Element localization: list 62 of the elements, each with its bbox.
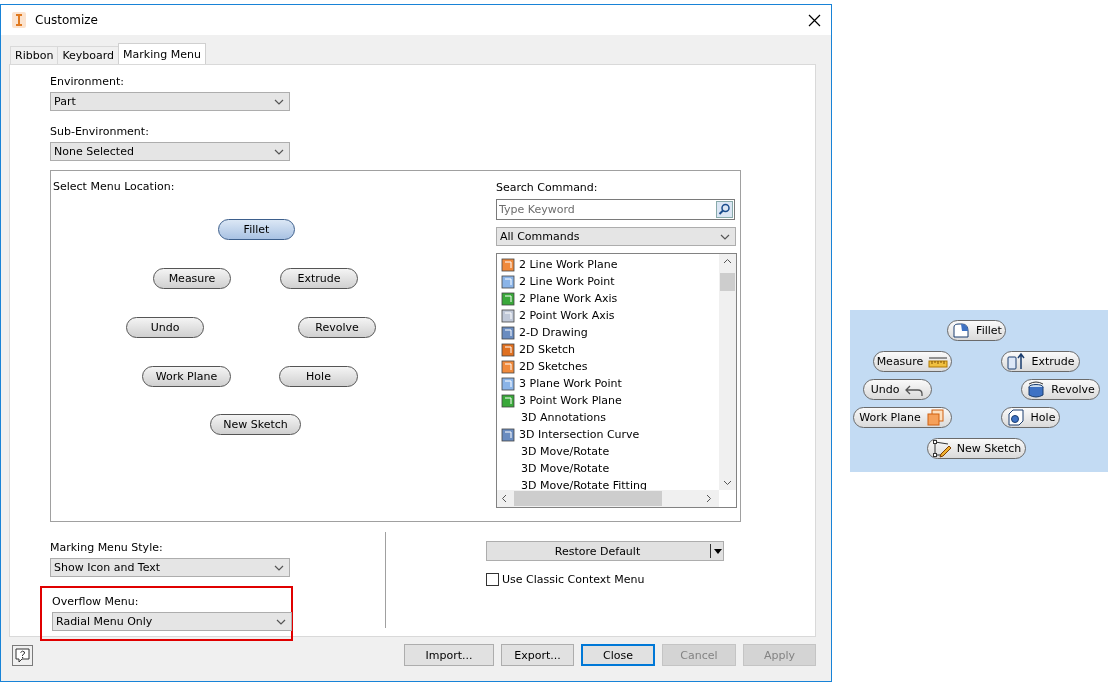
command-item[interactable]: 3 Plane Work Point bbox=[519, 377, 622, 390]
hole-icon bbox=[1005, 408, 1026, 427]
dialog-button[interactable]: Export... bbox=[501, 644, 574, 666]
help-icon bbox=[15, 647, 30, 663]
caret-icon bbox=[713, 546, 723, 556]
field-label: Marking Menu Style: bbox=[50, 541, 164, 554]
command-item[interactable]: 2-D Drawing bbox=[519, 326, 588, 339]
app-icon bbox=[11, 12, 27, 28]
menu-item[interactable]: Undo bbox=[863, 379, 932, 400]
command-item[interactable]: 2 Plane Work Axis bbox=[519, 292, 618, 305]
cylinder-icon bbox=[1026, 380, 1047, 399]
ruler-icon bbox=[928, 354, 949, 369]
field-label: Search Command: bbox=[496, 181, 599, 194]
menu-location-button[interactable]: New Sketch bbox=[210, 414, 301, 435]
command-item[interactable]: 2D Sketch bbox=[519, 343, 576, 356]
command-item[interactable]: 3D Move/Rotate bbox=[521, 445, 610, 458]
menu-location-button[interactable]: Hole bbox=[279, 366, 358, 387]
dropdown[interactable]: Part bbox=[50, 92, 290, 111]
menu-item[interactable]: Fillet bbox=[947, 320, 1006, 341]
tab[interactable]: Keyboard bbox=[57, 46, 120, 64]
close-icon[interactable] bbox=[808, 13, 821, 27]
menu-location-button[interactable]: Work Plane bbox=[142, 366, 231, 387]
menu-item[interactable]: New Sketch bbox=[927, 438, 1026, 459]
menu-item[interactable]: Revolve bbox=[1021, 379, 1100, 400]
command-item[interactable]: 3D Annotations bbox=[521, 411, 607, 424]
command-item[interactable]: 3D Move/Rotate bbox=[521, 462, 610, 475]
menu-location-button[interactable]: Fillet bbox=[218, 219, 295, 240]
fillet-icon bbox=[951, 321, 972, 340]
menu-item[interactable]: Measure bbox=[873, 351, 952, 372]
field-label: Environment: bbox=[50, 75, 125, 88]
command-item[interactable]: 2 Line Work Point bbox=[519, 275, 615, 288]
sketch-icon bbox=[931, 439, 952, 458]
dialog-button[interactable]: Import... bbox=[404, 644, 494, 666]
menu-item[interactable]: Hole bbox=[1001, 407, 1060, 428]
dropdown[interactable]: All Commands bbox=[496, 227, 736, 246]
menu-location-button[interactable]: Undo bbox=[126, 317, 204, 338]
dropdown[interactable]: Radial Menu Only bbox=[52, 612, 292, 631]
dropdown[interactable]: None Selected bbox=[50, 142, 290, 161]
menu-item[interactable]: Work Plane bbox=[853, 407, 952, 428]
command-item[interactable]: 3D Intersection Curve bbox=[519, 428, 640, 441]
field-label: Sub-Environment: bbox=[50, 125, 150, 138]
menu-item[interactable]: Extrude bbox=[1001, 351, 1080, 372]
field-label: Overflow Menu: bbox=[52, 595, 140, 608]
dialog-button[interactable]: Close bbox=[581, 644, 655, 666]
command-item[interactable]: 3 Point Work Plane bbox=[519, 394, 622, 407]
menu-location-button[interactable]: Extrude bbox=[280, 268, 358, 289]
checkbox[interactable] bbox=[486, 573, 499, 586]
help-button[interactable] bbox=[12, 644, 33, 666]
tab[interactable]: Marking Menu bbox=[118, 43, 206, 64]
squares-icon bbox=[925, 408, 946, 427]
menu-location-button[interactable]: Revolve bbox=[298, 317, 376, 338]
command-item[interactable]: 2 Line Work Plane bbox=[519, 258, 618, 271]
tab[interactable]: Ribbon bbox=[10, 46, 59, 64]
window-title: Customize bbox=[35, 13, 99, 27]
command-item[interactable]: 2 Point Work Axis bbox=[519, 309, 615, 322]
extrude-icon bbox=[1006, 352, 1027, 371]
menu-location-button[interactable]: Measure bbox=[153, 268, 231, 289]
section-label: Select Menu Location: bbox=[53, 180, 175, 193]
dropdown[interactable]: Show Icon and Text bbox=[50, 558, 290, 577]
checkbox-label[interactable]: Use Classic Context Menu bbox=[502, 573, 645, 586]
restore-default-button[interactable]: Restore Default bbox=[486, 541, 724, 561]
command-item[interactable]: 2D Sketches bbox=[519, 360, 588, 373]
